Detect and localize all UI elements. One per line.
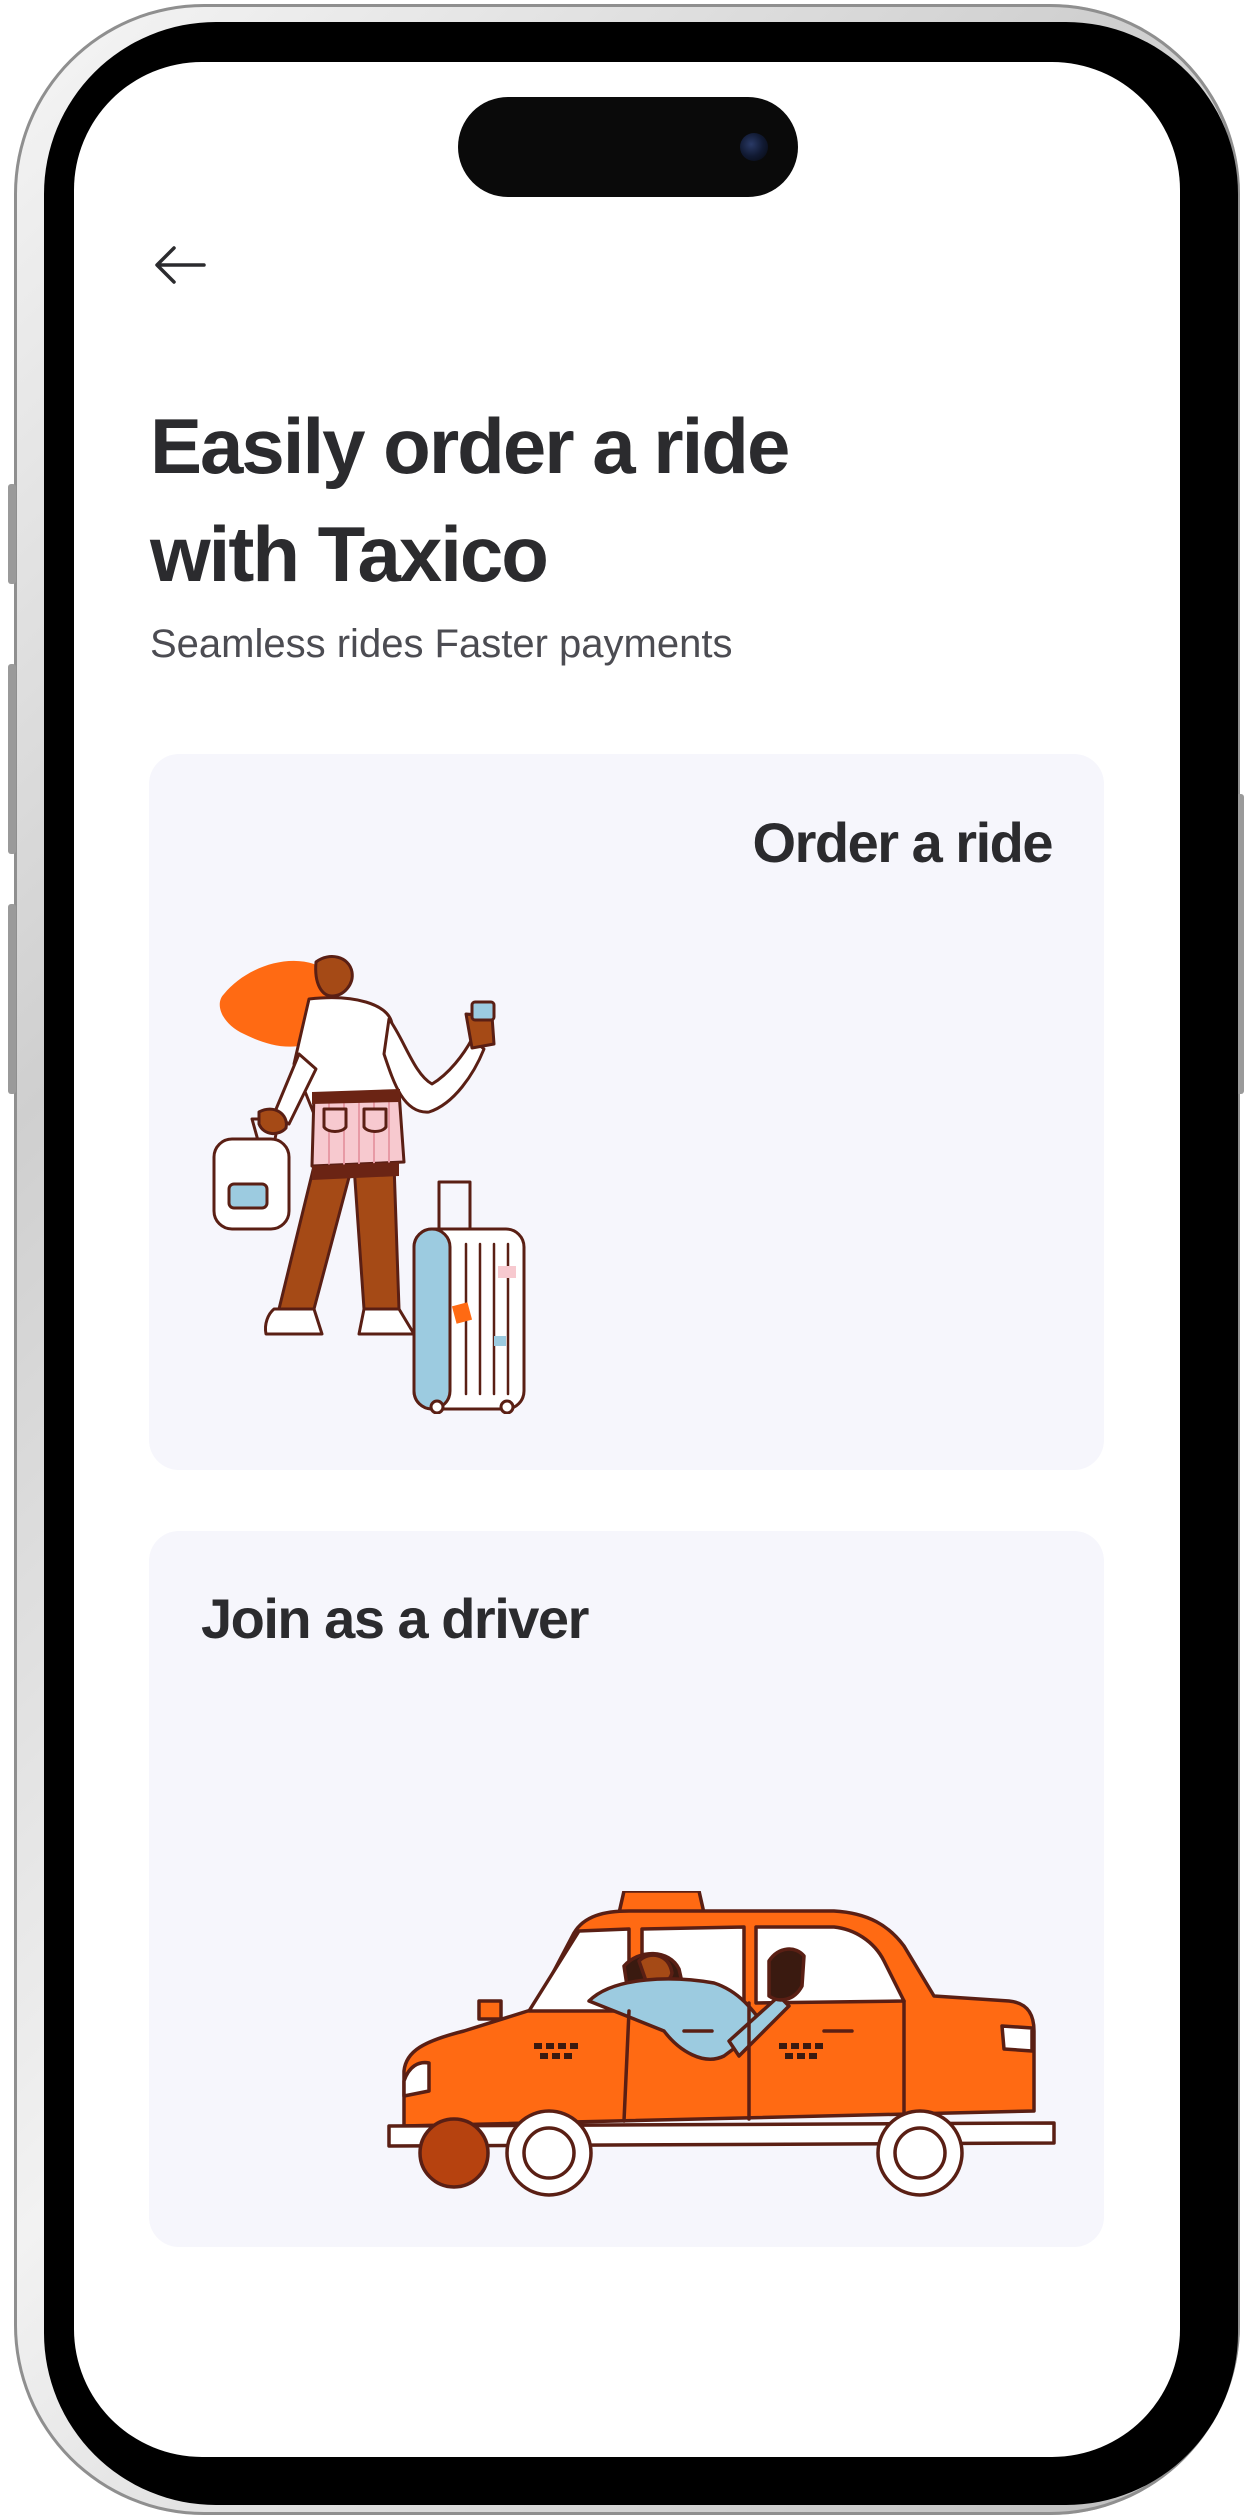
order-ride-card[interactable]: Order a ride (149, 754, 1104, 1470)
arrow-left-icon (155, 246, 206, 284)
volume-down-button (8, 904, 16, 1094)
woman-with-luggage-illustration (212, 955, 526, 1414)
page-subtitle: Seamless rides Faster payments (150, 622, 733, 666)
camera-icon (740, 133, 768, 161)
join-driver-card[interactable]: Join as a driver (149, 1531, 1104, 2247)
action-button (8, 484, 16, 584)
page-title-line2: with Taxico (150, 510, 549, 598)
volume-up-button (8, 664, 16, 854)
page-title-line1: Easily order a ride (150, 402, 790, 490)
join-driver-label: Join as a driver (201, 1587, 589, 1650)
dynamic-island (458, 97, 798, 197)
order-ride-label: Order a ride (752, 811, 1054, 874)
taxi-driver-illustration (387, 1891, 1056, 2197)
back-button[interactable] (150, 240, 210, 290)
page-title: Easily order a ride with Taxico (150, 392, 950, 608)
